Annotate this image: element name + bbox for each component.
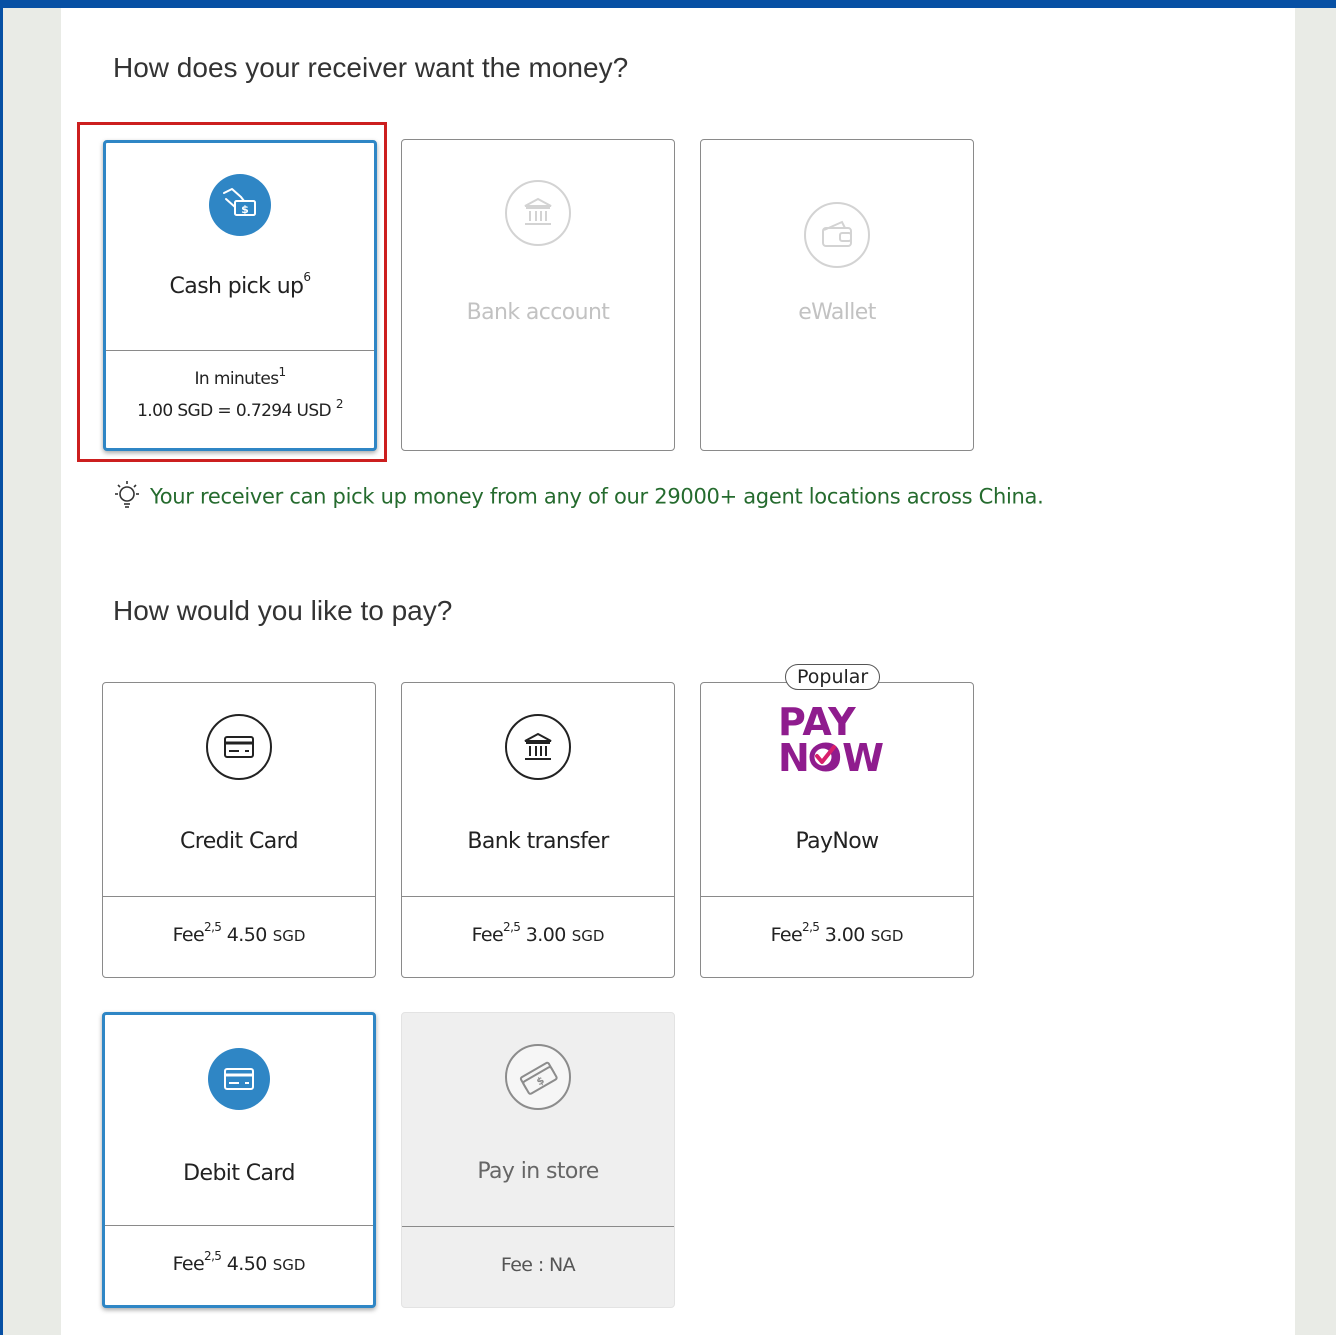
pay-method-heading: How would you like to pay? — [113, 595, 453, 626]
selection-highlight — [77, 122, 387, 462]
lightbulb-icon — [110, 478, 144, 517]
paynow-label: PayNow — [795, 829, 879, 854]
pickup-tip: Your receiver can pick up money from any… — [110, 478, 1044, 517]
pay-in-store-label: Pay in store — [477, 1159, 599, 1184]
card-divider — [103, 896, 375, 897]
pay-option-pay-in-store[interactable]: $ Pay in store Fee : NA — [401, 1012, 675, 1308]
ewallet-label: eWallet — [798, 300, 876, 325]
card-divider — [105, 1225, 373, 1226]
bank-icon — [505, 180, 571, 250]
credit-card-icon — [205, 713, 273, 785]
pay-option-paynow[interactable]: PAY NOW PayNow Fee2,5 3.00SGD — [700, 682, 974, 978]
popular-badge: Popular — [785, 664, 881, 690]
debit-card-icon — [207, 1047, 271, 1115]
receive-option-bank-account[interactable]: Bank account — [401, 139, 675, 451]
card-divider — [701, 896, 973, 897]
bank-icon — [504, 713, 572, 785]
pay-option-debit-card[interactable]: Debit Card Fee2,5 4.50 SGD — [102, 1012, 376, 1308]
cash-stack-icon: $ — [504, 1043, 572, 1115]
pay-in-store-fee: Fee : NA — [500, 1254, 576, 1276]
paynow-fee: Fee2,5 3.00 SGD — [770, 920, 904, 946]
receive-option-ewallet[interactable]: eWallet — [700, 139, 974, 451]
debit-card-fee: Fee2,5 4.50 SGD — [172, 1249, 306, 1275]
bank-transfer-fee: Fee2,5 3.00 SGD — [471, 920, 605, 946]
receive-method-heading: How does your receiver want the money? — [113, 52, 629, 83]
credit-card-fee: Fee2,5 4.50 SGD — [172, 920, 306, 946]
paynow-logo: PAY NOW — [778, 700, 898, 780]
card-divider — [402, 896, 674, 897]
debit-card-label: Debit Card — [183, 1161, 295, 1186]
card-divider — [402, 1226, 674, 1227]
pay-option-bank-transfer[interactable]: Bank transfer Fee2,5 3.00 SGD — [401, 682, 675, 978]
pickup-tip-text: Your receiver can pick up money from any… — [150, 484, 1044, 509]
wallet-icon — [804, 202, 870, 272]
pay-option-credit-card[interactable]: Credit Card Fee2,5 4.50 SGD — [102, 682, 376, 978]
credit-card-label: Credit Card — [179, 829, 299, 854]
bank-account-label: Bank account — [466, 300, 610, 325]
bank-transfer-label: Bank transfer — [467, 829, 609, 854]
